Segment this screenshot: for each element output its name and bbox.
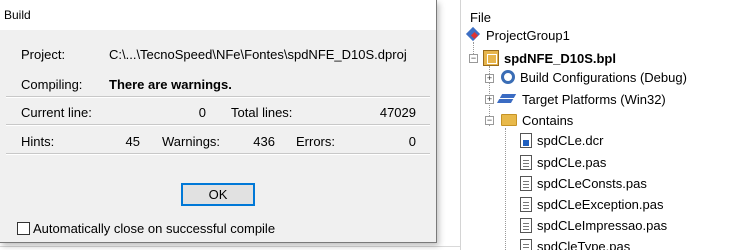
compiling-label: Compiling: — [21, 77, 83, 92]
file-column-header[interactable]: File — [470, 10, 491, 25]
expand-build-config-icon[interactable]: + — [485, 74, 494, 83]
current-line-label: Current line: — [21, 105, 92, 120]
hints-label: Hints: — [21, 134, 55, 149]
resource-file-icon — [520, 132, 532, 148]
project-label: Project: — [21, 47, 66, 62]
folder-icon — [501, 114, 517, 126]
file-label: spdCLeConsts.pas — [537, 175, 647, 191]
tree-item-project[interactable]: spdNFE_D10S.bpl — [483, 48, 616, 68]
auto-close-label[interactable]: Automatically close on successful compil… — [33, 221, 275, 236]
build-dialog: Build Project: C:\...\TecnoSpeed\NFe\Fon… — [0, 0, 437, 243]
package-icon — [483, 50, 499, 66]
warnings-value: 436 — [253, 134, 275, 149]
separator-bottom-highlight — [6, 154, 430, 155]
source-file-icon — [520, 217, 532, 233]
errors-label: Errors: — [296, 134, 335, 149]
errors-value: 0 — [408, 134, 416, 149]
expand-target-platforms-icon[interactable]: + — [485, 95, 494, 104]
compiling-status: There are warnings. — [109, 77, 232, 92]
dialog-titlebar[interactable]: Build — [0, 0, 436, 30]
project-label: spdNFE_D10S.bpl — [504, 50, 616, 66]
target-platforms-label: Target Platforms (Win32) — [522, 91, 666, 107]
file-label: spdCLeException.pas — [537, 196, 664, 212]
tree-item-file[interactable]: spdCLe.dcr — [520, 130, 603, 150]
tree-item-file[interactable]: spdCLeImpressao.pas — [520, 215, 667, 235]
project-group-icon — [467, 28, 481, 42]
tree-item-file[interactable]: spdCLeException.pas — [520, 194, 663, 214]
tree-item-file[interactable]: spdCleType.pas — [520, 236, 630, 250]
separator-mid-highlight — [6, 125, 430, 126]
tree-item-contains[interactable]: Contains — [501, 110, 573, 130]
tree-item-project-group[interactable]: ProjectGroup1 — [467, 25, 570, 45]
tree-item-build-configurations[interactable]: Build Configurations (Debug) — [501, 67, 687, 87]
warnings-label: Warnings: — [162, 134, 221, 149]
editor-divider — [0, 246, 460, 247]
tree-line — [505, 128, 506, 250]
file-label: spdCLe.pas — [537, 154, 607, 170]
total-lines-label: Total lines: — [231, 105, 293, 120]
separator-top-highlight — [6, 97, 430, 98]
auto-close-checkbox[interactable] — [17, 222, 30, 235]
dialog-title: Build — [4, 8, 31, 22]
total-lines-value: 47029 — [379, 105, 416, 120]
file-label: spdCLeImpressao.pas — [537, 217, 668, 233]
build-config-icon — [501, 70, 515, 84]
source-file-icon — [520, 238, 532, 250]
tree-item-file[interactable]: spdCLeConsts.pas — [520, 173, 647, 193]
collapse-contains-icon[interactable]: − — [485, 116, 494, 125]
target-platforms-icon — [501, 93, 517, 105]
source-file-icon — [520, 196, 532, 212]
ok-button[interactable]: OK — [181, 183, 255, 206]
project-manager-panel: File ProjectGroup1 − spdNFE_D10S.bpl + B… — [460, 0, 741, 250]
build-config-label: Build Configurations (Debug) — [520, 69, 687, 85]
source-file-icon — [520, 175, 532, 191]
file-label: spdCLe.dcr — [537, 132, 604, 148]
collapse-project-icon[interactable]: − — [469, 54, 478, 63]
current-line-value: 0 — [198, 105, 206, 120]
hints-value: 45 — [125, 134, 140, 149]
tree-item-target-platforms[interactable]: Target Platforms (Win32) — [501, 89, 666, 109]
contains-label: Contains — [522, 112, 574, 128]
source-file-icon — [520, 154, 532, 170]
tree-item-file[interactable]: spdCLe.pas — [520, 152, 606, 172]
file-label: spdCleType.pas — [537, 238, 631, 250]
project-path: C:\...\TecnoSpeed\NFe\Fontes\spdNFE_D10S… — [109, 47, 407, 62]
project-group-label: ProjectGroup1 — [486, 27, 570, 43]
